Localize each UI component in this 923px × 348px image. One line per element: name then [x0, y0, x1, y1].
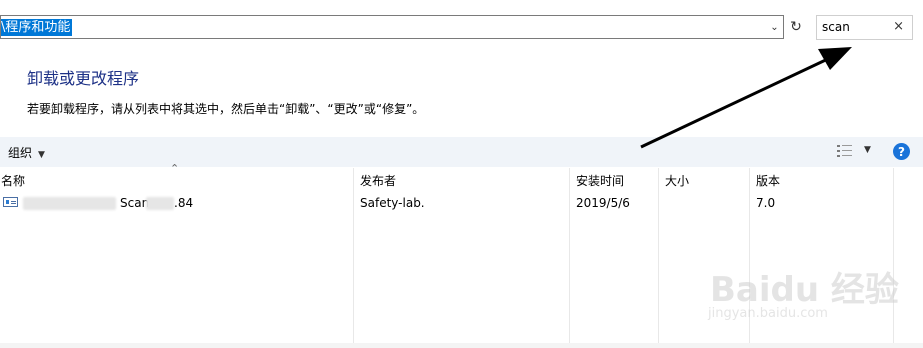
program-name-part: .84 — [174, 196, 194, 210]
close-icon[interactable]: × — [893, 19, 904, 34]
program-install-date: 2019/5/6 — [576, 196, 630, 210]
redacted-text — [146, 197, 174, 210]
dropdown-icon[interactable]: ⌄ — [766, 16, 783, 38]
program-version: 7.0 — [756, 196, 776, 210]
search-input[interactable]: scan — [822, 20, 850, 34]
program-name-part: Scan — [120, 196, 150, 210]
column-header-install-date[interactable]: 安装时间 — [576, 172, 624, 189]
view-options-icon[interactable] — [837, 144, 853, 158]
column-header-name[interactable]: 名称 — [1, 172, 25, 189]
address-path[interactable]: \程序和功能 — [1, 19, 73, 36]
address-bar[interactable]: \程序和功能 ⌄ — [0, 15, 784, 39]
redacted-text — [23, 197, 116, 210]
page-description: 若要卸载程序，请从列表中将其选中，然后单击“卸载”、“更改”或“修复”。 — [27, 102, 425, 116]
organize-button[interactable]: 组织 ▼ — [8, 144, 45, 161]
watermark: Baidu 经验 jingyan.baidu.com — [700, 262, 900, 332]
program-icon — [3, 197, 18, 207]
column-divider[interactable] — [353, 168, 354, 348]
horizontal-scrollbar[interactable] — [0, 343, 923, 348]
help-icon[interactable]: ? — [893, 143, 910, 160]
view-dropdown-icon[interactable]: ▼ — [864, 145, 871, 155]
watermark-url: jingyan.baidu.com — [708, 306, 828, 321]
page-title: 卸载或更改程序 — [27, 69, 140, 88]
organize-label: 组织 — [8, 146, 33, 160]
column-header-version[interactable]: 版本 — [756, 172, 780, 189]
program-publisher: Safety-lab. — [360, 196, 425, 210]
watermark-brand: Baidu 经验 — [710, 270, 899, 310]
column-divider[interactable] — [569, 168, 570, 348]
column-divider[interactable] — [658, 168, 659, 348]
search-box[interactable]: scan × — [816, 15, 913, 40]
sort-indicator-icon: ⌃ — [170, 162, 180, 175]
column-header-size[interactable]: 大小 — [665, 172, 689, 189]
refresh-icon[interactable]: ↻ — [787, 15, 805, 39]
column-header-publisher[interactable]: 发布者 — [360, 172, 396, 189]
chevron-down-icon: ▼ — [38, 150, 45, 160]
toolbar: 组织 ▼ ▼ ? — [0, 137, 923, 167]
